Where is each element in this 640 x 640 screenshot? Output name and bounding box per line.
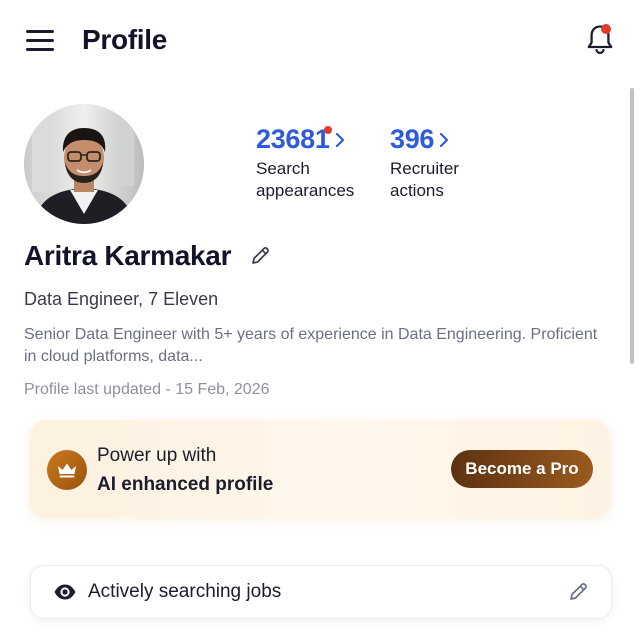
pro-card-line1: Power up with — [97, 445, 217, 466]
bell-icon — [587, 25, 613, 55]
pencil-icon[interactable] — [249, 245, 271, 267]
crown-icon — [58, 463, 76, 478]
notifications-button[interactable] — [584, 22, 618, 58]
page-title: Profile — [82, 24, 168, 55]
job-search-status-card[interactable]: Actively searching jobs — [30, 565, 612, 619]
avatar[interactable] — [24, 104, 144, 224]
become-pro-button[interactable]: Become a Pro — [451, 450, 593, 488]
hamburger-menu-icon[interactable] — [26, 30, 56, 52]
name-row: Aritra Karmakar — [24, 240, 271, 272]
profile-last-updated: Profile last updated - 15 Feb, 2026 — [24, 381, 270, 398]
profile-photo — [24, 104, 144, 224]
profile-summary[interactable]: Senior Data Engineer with 5+ years of ex… — [24, 324, 614, 368]
search-appearances-label: Search appearances — [256, 159, 355, 200]
profile-headline: Data Engineer, 7 Eleven — [24, 289, 219, 309]
recruiter-actions-value: 396 — [390, 124, 435, 154]
notification-dot — [601, 24, 611, 34]
search-appearances-stat[interactable]: 23681 Search appearances — [256, 124, 354, 202]
profile-page: Profile 23681 Search appearances 396 Rec… — [0, 0, 640, 640]
job-status-label: Actively searching jobs — [88, 581, 282, 602]
search-appearances-value: 23681 — [256, 124, 330, 154]
recruiter-actions-stat[interactable]: 396 Recruiter actions — [390, 124, 459, 202]
recruiter-actions-label: Recruiter actions — [390, 159, 459, 200]
eye-icon — [54, 584, 76, 600]
new-indicator-dot — [324, 126, 332, 134]
chevron-right-icon — [335, 132, 344, 147]
crown-badge — [47, 450, 87, 490]
chevron-right-icon — [440, 132, 449, 147]
pro-card-line2: AI enhanced profile — [97, 474, 274, 495]
profile-name: Aritra Karmakar — [24, 240, 232, 271]
pencil-icon[interactable] — [567, 581, 589, 603]
scrollbar[interactable] — [630, 88, 634, 364]
pro-upsell-card: Power up with AI enhanced profile Become… — [30, 420, 610, 518]
